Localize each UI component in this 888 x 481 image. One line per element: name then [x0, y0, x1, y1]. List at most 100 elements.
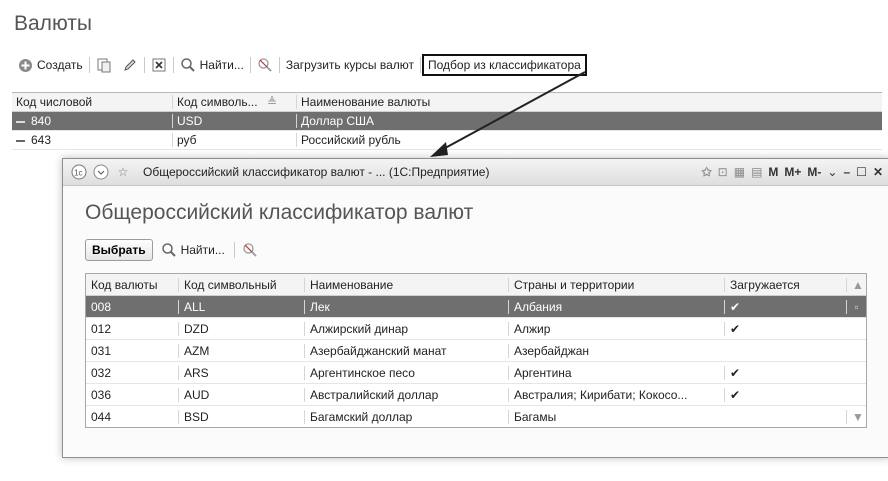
- main-toolbar: Создать Найти... Загрузить курсы валют П…: [12, 54, 587, 76]
- cell-name: Багамский доллар: [304, 409, 508, 424]
- window-controls: ✩ ⊡ ▦ ▤ M M+ M- ⌄ – ☐ ✕: [702, 165, 888, 179]
- separator: [278, 57, 280, 73]
- menu-dropdown-icon[interactable]: [93, 164, 109, 180]
- page-title: Валюты: [14, 12, 92, 35]
- cell-code: 008: [91, 299, 112, 314]
- cell-symbol: AZM: [178, 343, 304, 358]
- find-label: Найти...: [199, 58, 244, 72]
- scroll-down-icon[interactable]: ▼: [846, 409, 866, 424]
- column-header-currency-name[interactable]: Наименование валюты: [296, 95, 882, 109]
- cell-symbol: AUD: [178, 387, 304, 402]
- separator: [143, 57, 145, 73]
- cell-countries: Азербайджан: [508, 343, 724, 358]
- column-header-currency-code[interactable]: Код валюты: [86, 278, 178, 292]
- cell-name: Аргентинское песо: [304, 365, 508, 380]
- separator: [249, 57, 251, 73]
- separator: [88, 57, 90, 73]
- column-header-symbol-code[interactable]: Код символь... ≜: [172, 95, 296, 109]
- cancel-search-icon: [257, 57, 273, 73]
- app-logo-icon: 1c: [71, 164, 87, 180]
- load-rates-label: Загрузить курсы валют: [285, 58, 415, 72]
- select-button[interactable]: Выбрать: [85, 239, 153, 261]
- cell-code: 840: [12, 114, 172, 128]
- edit-button[interactable]: [117, 55, 143, 75]
- calendar-icon[interactable]: ▤: [751, 165, 762, 179]
- calculator-icon[interactable]: ▦: [734, 165, 745, 179]
- cell-code: 031: [91, 343, 112, 358]
- more-dropdown-icon[interactable]: ⌄: [827, 165, 837, 179]
- cell-loaded-check: ✔: [724, 365, 846, 380]
- modal-find-button[interactable]: Найти...: [159, 240, 227, 260]
- cell-code: 044: [91, 409, 112, 424]
- find-button[interactable]: Найти...: [175, 55, 249, 75]
- cell-countries: Алжир: [508, 321, 724, 336]
- cell-name: Лек: [304, 299, 508, 314]
- cell-code-text: 840: [31, 114, 52, 128]
- cancel-search-button[interactable]: [252, 55, 278, 75]
- search-icon: [161, 242, 177, 258]
- cell-symbol: ARS: [178, 365, 304, 380]
- scrollbar-thumb[interactable]: ▫: [846, 299, 866, 314]
- table-row[interactable]: 840 USD Доллар США: [12, 112, 882, 131]
- pick-from-classifier-label: Подбор из классификатора: [428, 58, 581, 72]
- modal-window-title: Общероссийский классификатор валют - ...…: [143, 165, 490, 179]
- separator: [172, 57, 174, 73]
- separator: [420, 57, 422, 73]
- modal-toolbar: Выбрать Найти...: [85, 239, 258, 261]
- cell-countries: Аргентина: [508, 365, 724, 380]
- create-button[interactable]: Создать: [12, 55, 88, 75]
- cell-name: Азербайджанский манат: [304, 343, 508, 358]
- column-header-symbol-code-label: Код символь...: [177, 95, 258, 109]
- table-row[interactable]: 032 ARS Аргентинское песо Аргентина ✔: [86, 362, 866, 384]
- copy-button[interactable]: [91, 55, 117, 75]
- link-icon[interactable]: ⊡: [718, 165, 728, 179]
- cell-code: 036: [91, 387, 112, 402]
- column-header-symbol-code[interactable]: Код символьный: [178, 277, 304, 292]
- modal-title: Общероссийский классификатор валют: [85, 201, 474, 224]
- column-header-numeric-code[interactable]: Код числовой: [12, 95, 172, 109]
- pick-from-classifier-button[interactable]: Подбор из классификатора: [422, 54, 587, 76]
- cell-loaded-check: ✔: [724, 387, 846, 402]
- star-add-icon[interactable]: ✩: [702, 165, 712, 179]
- memory-plus-button[interactable]: M+: [784, 165, 801, 179]
- cell-code: 032: [91, 365, 112, 380]
- column-header-countries[interactable]: Страны и территории: [508, 277, 724, 292]
- table-row[interactable]: 008 ALL Лек Албания ✔ ▫: [86, 296, 866, 318]
- separator: [233, 242, 235, 258]
- table-row[interactable]: 031 AZM Азербайджанский манат Азербайджа…: [86, 340, 866, 362]
- table-row[interactable]: 036 AUD Австралийский доллар Австралия; …: [86, 384, 866, 406]
- cell-name: Алжирский динар: [304, 321, 508, 336]
- load-rates-button[interactable]: Загрузить курсы валют: [281, 55, 419, 75]
- copy-icon: [96, 57, 112, 73]
- cell-countries: Багамы: [508, 409, 724, 424]
- add-icon: [17, 57, 33, 73]
- cell-code-text: 643: [31, 133, 52, 147]
- table-header: Код числовой Код символь... ≜ Наименован…: [12, 93, 882, 112]
- cancel-search-icon[interactable]: [242, 242, 258, 258]
- cell-symbol: BSD: [178, 409, 304, 424]
- column-header-loaded[interactable]: Загружается: [724, 277, 846, 292]
- cell-loaded-check: ✔: [724, 321, 846, 336]
- classifier-modal: 1c ☆ Общероссийский классификатор валют …: [62, 158, 888, 458]
- pencil-icon: [122, 57, 138, 73]
- column-header-name[interactable]: Наименование: [304, 277, 508, 292]
- close-icon[interactable]: ✕: [873, 165, 883, 179]
- delete-button[interactable]: [146, 55, 172, 75]
- scroll-up-icon[interactable]: ▲: [846, 277, 866, 292]
- memory-m-button[interactable]: M: [768, 165, 778, 179]
- cell-symbol: USD: [172, 114, 296, 128]
- cell-loaded-check: ✔: [724, 299, 846, 314]
- currencies-table: Код числовой Код символь... ≜ Наименован…: [12, 92, 882, 150]
- maximize-icon[interactable]: ☐: [856, 165, 867, 179]
- favorite-star-icon[interactable]: ☆: [115, 164, 131, 180]
- cell-code: 643: [12, 133, 172, 147]
- delete-icon: [151, 57, 167, 73]
- cell-symbol: руб: [172, 133, 296, 147]
- memory-minus-button[interactable]: M-: [807, 165, 821, 179]
- table-row[interactable]: 012 DZD Алжирский динар Алжир ✔: [86, 318, 866, 340]
- table-row[interactable]: 044 BSD Багамский доллар Багамы ▼: [86, 406, 866, 427]
- table-row[interactable]: 643 руб Российский рубль: [12, 131, 882, 150]
- cell-name: Российский рубль: [296, 133, 882, 147]
- item-icon: [16, 120, 25, 123]
- minimize-icon[interactable]: –: [843, 165, 850, 179]
